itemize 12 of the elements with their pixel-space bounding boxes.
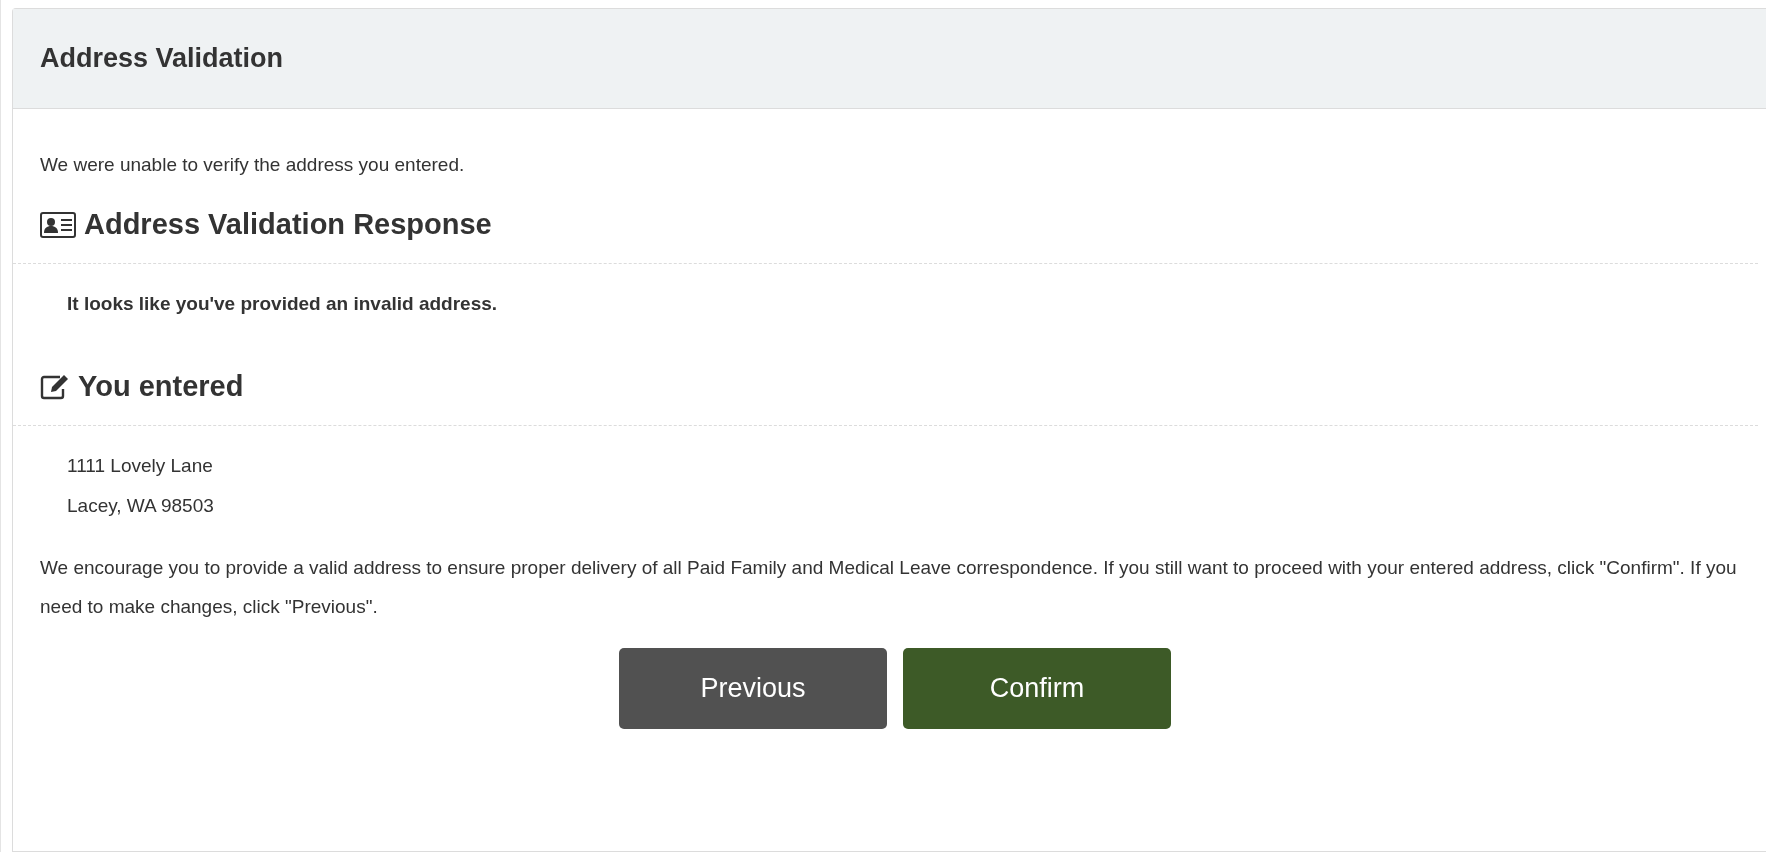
- intro-text: We were unable to verify the address you entered.: [40, 153, 466, 177]
- panel-title: Address Validation: [40, 43, 284, 74]
- section-heading: You entered: [78, 370, 244, 403]
- address-line: 1111 Lovely Lane: [67, 454, 214, 478]
- message-text: We encourage you to provide a valid address to ensure proper delivery of all Paid Family and Medical Leave correspondence. If you still want to proceed with your entered address, click "Confirm". If you need to make changes, click "Previous".: [40, 556, 1738, 619]
- warning-text: It looks like you've provided an invalid address.: [67, 292, 499, 316]
- id-card-icon: [40, 211, 76, 238]
- section-heading: Address Validation Response: [84, 208, 492, 241]
- edit-icon: [40, 373, 70, 400]
- address-line: Lacey, WA 98503: [67, 494, 215, 518]
- confirm-button[interactable]: Confirm: [903, 648, 1171, 729]
- previous-button[interactable]: Previous: [619, 648, 887, 729]
